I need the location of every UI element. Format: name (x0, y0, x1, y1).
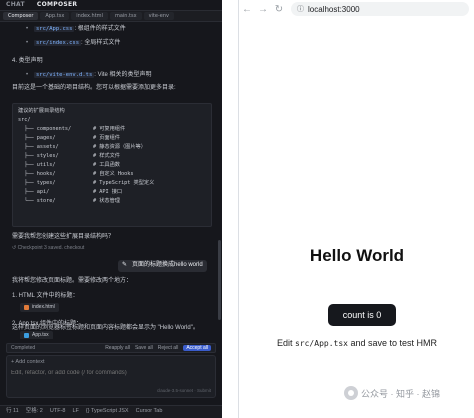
list-item: src/App.css: 根组件的样式文件 (26, 26, 126, 34)
conversation-content: src/App.css: 根组件的样式文件 src/index.css: 全局样… (0, 23, 222, 339)
list-item-text: : Vite 相关的类型声明 (94, 72, 152, 78)
reject-all-button[interactable]: Reject all (158, 345, 179, 352)
user-message-text: 页面的标题换成hello world (132, 262, 203, 268)
back-arrow-icon[interactable]: ← (239, 1, 255, 17)
tab-chat[interactable]: CHAT (6, 1, 25, 9)
reload-icon[interactable]: ↻ (271, 1, 287, 17)
url-text: localhost:3000 (308, 4, 360, 14)
forward-arrow-icon[interactable]: → (255, 1, 271, 17)
code-line: 建议的扩展目录结构 (18, 108, 65, 114)
file-tab-vite-env[interactable]: vite-env (143, 11, 174, 21)
code-line: ├── hooks/ # 自定义 Hooks (18, 171, 134, 177)
status-cursor-tab[interactable]: Cursor Tab (136, 408, 163, 415)
file-tabs: Composer App.tsx index.html main.tsx vit… (0, 11, 222, 22)
code-line: src/ (18, 117, 31, 123)
browser-window: ← → ↻ ⓘ localhost:3000 Hello World count… (238, 0, 474, 418)
answer-intro: 我将帮您修改页面标题。需要修改两个地方： (12, 278, 133, 284)
code-line: ├── utils/ # 工具函数 (18, 162, 120, 168)
prompt-input[interactable] (11, 370, 211, 376)
model-selector[interactable]: claude-3.5-sonnet · Submit (157, 388, 211, 394)
status-encoding[interactable]: UTF-8 (50, 408, 66, 415)
status-indent[interactable]: 空格: 2 (26, 408, 43, 415)
save-all-button[interactable]: Save all (135, 345, 153, 352)
code-line: ├── types/ # TypeScript 类型定义 (18, 180, 155, 186)
checkpoint-text: ↺ Checkpoint 3 saved. checkout (12, 245, 84, 252)
tab-composer[interactable]: COMPOSER (37, 1, 77, 9)
code-block: 建议的扩展目录结构 src/ ├── components/ # 可复用组件 ├… (12, 103, 212, 227)
pencil-icon[interactable]: ✎ (122, 262, 127, 270)
hmr-suffix: and save to test HMR (347, 338, 438, 348)
scrollbar[interactable] (218, 240, 221, 320)
code-line: ├── api/ # API 接口 (18, 189, 123, 195)
list-item: src/vite-env.d.ts: Vite 相关的类型声明 (26, 72, 152, 80)
count-button[interactable]: count is 0 (328, 304, 396, 326)
list-item-text: : 根组件的样式文件 (74, 26, 126, 32)
status-language[interactable]: {} TypeScript JSX (86, 408, 129, 415)
step-one: 1. HTML 文件中的标题： (12, 293, 79, 299)
tsx-file-icon (24, 332, 29, 338)
status-bar: 行 11 空格: 2 UTF-8 LF {} TypeScript JSX Cu… (0, 405, 222, 418)
question-text: 需要我帮您创建这些扩展目录结构吗？ (12, 234, 115, 240)
file-tab-app[interactable]: App.tsx (40, 11, 70, 21)
file-path[interactable]: src/App.css (34, 26, 75, 32)
section-heading: 4. 类型声明 (12, 58, 43, 64)
summary-text: 这样页面的浏览器标签标题和页面内容标题都会显示为 "Hello World"。 (12, 325, 199, 331)
file-tab-index[interactable]: index.html (71, 11, 108, 21)
file-tab-main[interactable]: main.tsx (109, 11, 142, 21)
list-item: src/index.css: 全局样式文件 (26, 40, 121, 48)
browser-toolbar: ← → ↻ ⓘ localhost:3000 (239, 0, 474, 18)
code-line: └── store/ # 状态管理 (18, 198, 120, 204)
code-line: ├── components/ # 可复用组件 (18, 126, 126, 132)
composer-box: + Add context claude-3.5-sonnet · Submit (6, 355, 216, 398)
status-eol[interactable]: LF (72, 408, 78, 415)
html-file-icon (24, 304, 29, 310)
file-chip-label: index.html (32, 304, 55, 310)
page-viewport (239, 20, 474, 418)
hmr-instruction: Edit src/App.tsx and save to test HMR (239, 338, 474, 348)
paragraph: 目前这是一个基础的项目结构。您可以根据需要添加更多目录: (12, 85, 176, 91)
code-line: ├── styles/ # 样式文件 (18, 153, 120, 159)
site-info-icon[interactable]: ⓘ (297, 4, 304, 14)
address-bar[interactable]: ⓘ localhost:3000 (291, 2, 469, 16)
reapply-all-button[interactable]: Reapply all (105, 345, 130, 352)
add-context-button[interactable]: + Add context (11, 359, 44, 366)
hmr-prefix: Edit (276, 338, 295, 348)
watermark-text: 公众号 · 知乎 · 赵锦 (361, 388, 440, 399)
file-tab-composer[interactable]: Composer (3, 11, 39, 21)
file-path[interactable]: src/index.css (34, 40, 82, 46)
checkpoint-label[interactable]: Checkpoint 3 saved. checkout (18, 245, 85, 251)
watermark: 公众号 · 知乎 · 赵锦 (344, 386, 440, 400)
code-line: ├── pages/ # 页面组件 (18, 135, 120, 141)
status-line[interactable]: 行 11 (6, 408, 19, 415)
accept-all-button[interactable]: Accept all (183, 344, 211, 352)
user-message: ✎ 页面的标题换成hello world (118, 260, 207, 272)
code-line: ├── assets/ # 静态资源（图片等） (18, 144, 146, 150)
changes-bar: Completed Reapply all Save all Reject al… (6, 343, 216, 353)
editor-panel: CHAT COMPOSER Composer App.tsx index.htm… (0, 0, 222, 418)
page-heading: Hello World (309, 246, 405, 265)
wechat-logo-icon (344, 386, 358, 400)
hmr-file-path: src/App.tsx (294, 339, 348, 348)
file-chip-index[interactable]: index.html (20, 303, 59, 312)
file-chip-label: App.tsx (32, 332, 49, 338)
file-path[interactable]: src/vite-env.d.ts (34, 72, 95, 78)
changes-status: Completed (11, 344, 36, 351)
list-item-text: : 全局样式文件 (81, 40, 121, 46)
panel-mode-tabs: CHAT COMPOSER (0, 0, 222, 11)
